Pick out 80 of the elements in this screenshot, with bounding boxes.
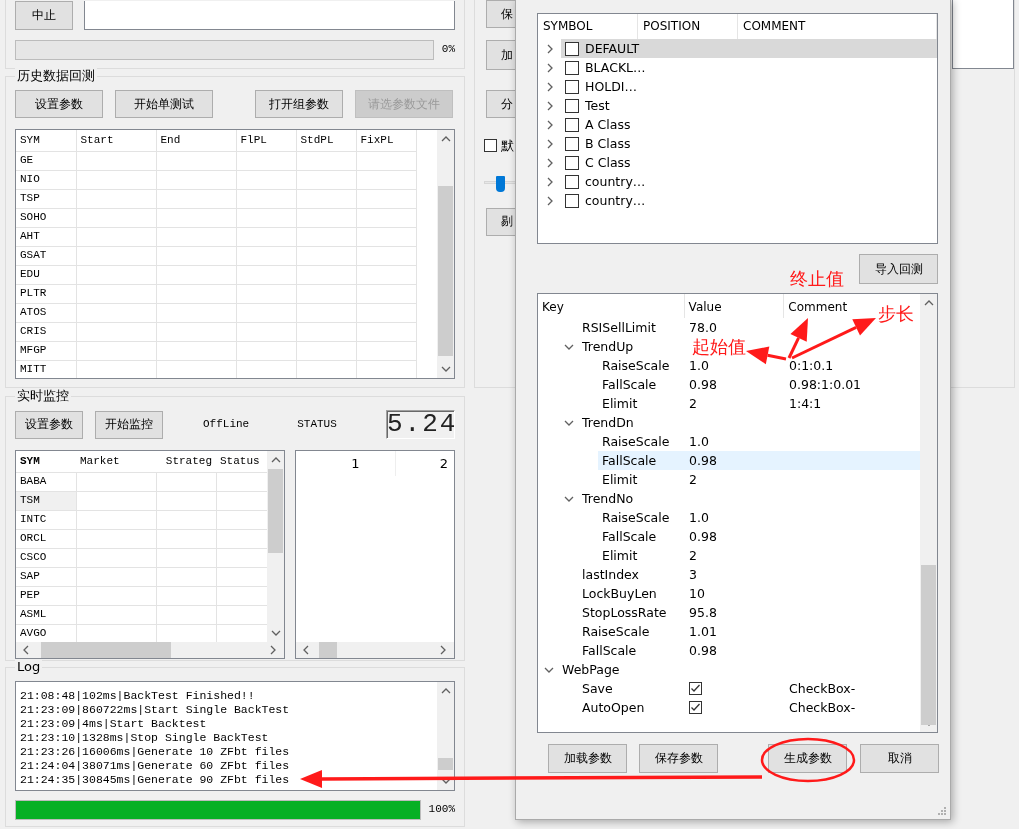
group-title: 历史数据回测 — [15, 68, 97, 83]
property-key: RaiseScale — [582, 624, 650, 639]
table-cell: GSAT — [16, 246, 76, 265]
annotation-text: 步长 — [878, 304, 914, 323]
property-value: 1.0 — [689, 510, 709, 525]
property-comment: 0.98:1:0.01 — [788, 377, 862, 392]
table-cell: EDU — [16, 265, 76, 284]
property-comment: CheckBox- — [788, 681, 856, 696]
tree-item-label: A Class — [585, 117, 631, 132]
property-key: TrendDn — [582, 415, 634, 430]
property-key: StopLossRate — [582, 605, 667, 620]
connection-status: OffLine — [203, 417, 250, 432]
tree-item-label: HOLDI… — [585, 79, 637, 94]
property-value: 95.8 — [689, 605, 717, 620]
property-key: RSISellLimit — [582, 320, 656, 335]
property-key: Save — [582, 681, 613, 696]
property-key: LockBuyLen — [582, 586, 657, 601]
tree-item-label: Test — [585, 98, 610, 113]
property-key: FallScale — [602, 453, 657, 468]
property-key: WebPage — [562, 662, 620, 677]
annotation-text: 终止值 — [790, 269, 844, 288]
table-cell: MFGP — [16, 341, 76, 360]
log-line: 21:23:09|860722ms|Start Single BackTest — [20, 703, 291, 717]
checkbox-label: 默 — [501, 138, 514, 154]
property-value: 0.98 — [689, 377, 717, 392]
property-value: 0.98 — [689, 453, 717, 468]
property-key: Elimit — [602, 548, 638, 563]
tree-item-label: country… — [585, 174, 646, 189]
property-value: 1.0 — [689, 434, 709, 449]
property-key: RaiseScale — [602, 358, 670, 373]
table-cell: CRIS — [16, 322, 76, 341]
tree-item-label: BLACKL… — [585, 60, 646, 75]
property-comment: 0:1:0.1 — [788, 358, 834, 373]
tree-item-label: country… — [585, 193, 646, 208]
number-display: 5.24 — [386, 410, 455, 439]
annotation-text: 起始值 — [692, 337, 746, 356]
property-value: 2 — [689, 472, 697, 487]
property-value: 1.01 — [689, 624, 717, 639]
log-line: 21:24:04|38071ms|Generate 60 ZFbt files — [20, 759, 291, 773]
table-cell: GE — [16, 151, 76, 170]
tree-item-label: B Class — [585, 136, 631, 151]
property-comment: CheckBox- — [788, 700, 856, 715]
tree-item-label: C Class — [585, 155, 631, 170]
progress-reading: 100% — [428, 803, 455, 817]
property-key: FallScale — [582, 643, 637, 658]
property-value: 78.0 — [689, 320, 717, 335]
property-key: FallScale — [602, 377, 657, 392]
property-value: 2 — [689, 548, 697, 563]
property-value: 2 — [689, 396, 697, 411]
table-cell: ATOS — [16, 303, 76, 322]
log-line: 21:23:26|16006ms|Generate 10 ZFbt files — [20, 745, 291, 759]
property-key: RaiseScale — [602, 434, 670, 449]
property-value: 1.0 — [689, 358, 709, 373]
property-key: AutoOpen — [582, 700, 645, 715]
log-line: 21:24:35|30845ms|Generate 90 ZFbt files — [20, 773, 291, 787]
property-value: 0.98 — [689, 529, 717, 544]
property-value: 10 — [689, 586, 705, 601]
log-line: 21:08:48|102ms|BackTest Finished!! — [20, 689, 256, 703]
property-key: FallScale — [602, 529, 657, 544]
property-key: Elimit — [602, 396, 638, 411]
property-comment: 1:4:1 — [788, 396, 822, 411]
log-line: 21:23:09|4ms|Start Backtest — [20, 717, 208, 731]
log-line: 21:23:10|1328ms|Stop Single BackTest — [20, 731, 270, 745]
table-cell: AHT — [16, 227, 76, 246]
group-title: 实时监控 — [15, 388, 71, 403]
property-value: 3 — [689, 567, 697, 582]
progress-reading: 0% — [441, 43, 455, 57]
property-key: TrendNo — [582, 491, 634, 506]
tree-item-label: DEFAULT — [585, 41, 640, 56]
property-key: lastIndex — [582, 567, 639, 582]
table-cell: TSP — [16, 189, 76, 208]
table-cell: SOHO — [16, 208, 76, 227]
status-label: STATUS — [297, 417, 337, 432]
group-title: Log — [15, 659, 43, 674]
property-key: Elimit — [602, 472, 638, 487]
table-cell: PLTR — [16, 284, 76, 303]
property-key: TrendUp — [582, 339, 634, 354]
table-cell: NIO — [16, 170, 76, 189]
property-key: RaiseScale — [602, 510, 670, 525]
property-value: 0.98 — [689, 643, 717, 658]
